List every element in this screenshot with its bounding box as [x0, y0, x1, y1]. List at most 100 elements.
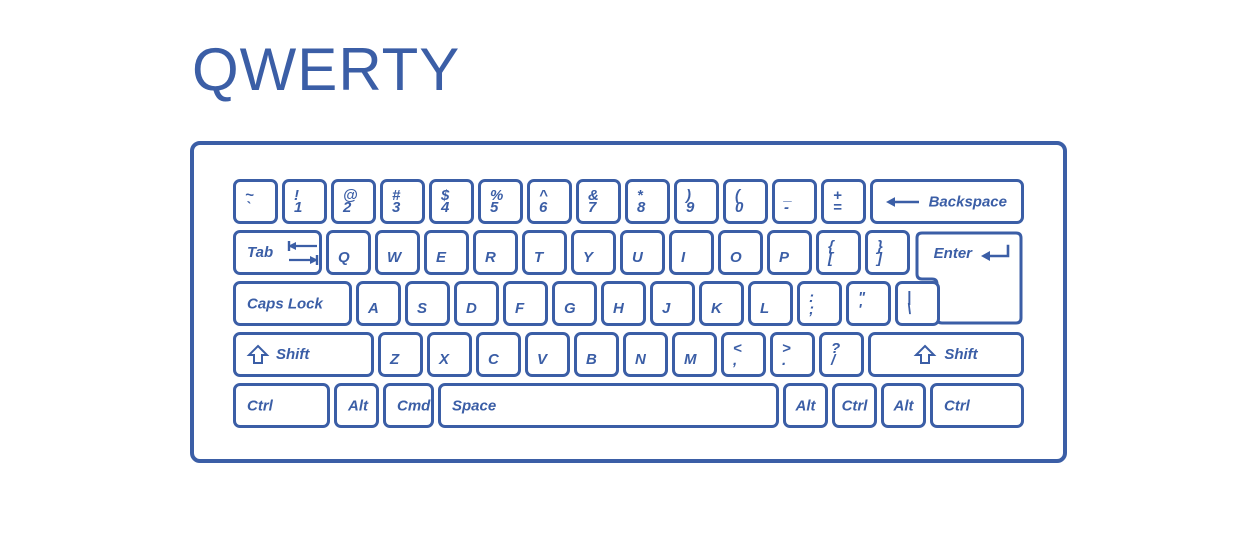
key-comma[interactable]: < , — [721, 332, 766, 377]
key-backspace-label: Backspace — [928, 193, 1007, 210]
key-k[interactable]: K — [699, 281, 744, 326]
key-a[interactable]: A — [356, 281, 401, 326]
key-y-label: Y — [583, 249, 594, 266]
key-q-label: Q — [338, 249, 350, 266]
keyboard-diagram-page: Q W E R T Y ~ ` ! 1 @ 2 # 3 $ 4 % 5 ^ 6 & 7 *… — [0, 0, 1250, 534]
key-d[interactable]: D — [454, 281, 499, 326]
key-a-label: A — [368, 300, 379, 317]
key-u[interactable]: U — [620, 230, 665, 275]
key-slash-base-label: / — [831, 352, 836, 369]
key-c-label: C — [488, 351, 499, 368]
key-cmd-left[interactable]: Cmd — [383, 383, 434, 428]
key-n-label: N — [635, 351, 646, 368]
key-s[interactable]: S — [405, 281, 450, 326]
key-digit-0[interactable]: ( 0 — [723, 179, 768, 224]
key-w[interactable]: W — [375, 230, 420, 275]
key-shift-left-label: Shift — [276, 346, 310, 363]
key-z-label: Z — [390, 351, 400, 368]
key-j[interactable]: J — [650, 281, 695, 326]
key-f-label: F — [515, 300, 525, 317]
key-period[interactable]: > . — [770, 332, 815, 377]
key-bracket-left[interactable]: { [ — [816, 230, 861, 275]
key-backquote[interactable]: ~ ` — [233, 179, 278, 224]
key-minus[interactable]: _ - — [772, 179, 817, 224]
key-m-label: M — [684, 351, 697, 368]
key-alt-left[interactable]: Alt — [334, 383, 379, 428]
key-backspace[interactable]: Backspace — [870, 179, 1024, 224]
key-o[interactable]: O — [718, 230, 763, 275]
key-digit-8-base-label: 8 — [637, 199, 646, 216]
key-caps-lock-label: Caps Lock — [247, 295, 323, 312]
key-quote[interactable]: " ' — [846, 281, 891, 326]
key-p[interactable]: P — [767, 230, 812, 275]
key-backslash[interactable]: | \ — [895, 281, 940, 326]
key-x-label: X — [439, 351, 450, 368]
key-semicolon[interactable]: : ; — [797, 281, 842, 326]
key-x[interactable]: X — [427, 332, 472, 377]
key-ctrl-left[interactable]: Ctrl — [233, 383, 330, 428]
key-digit-4[interactable]: $ 4 — [429, 179, 474, 224]
key-h-label: H — [613, 300, 624, 317]
key-period-base-label: . — [782, 352, 787, 369]
key-g[interactable]: G — [552, 281, 597, 326]
key-v[interactable]: V — [525, 332, 570, 377]
key-t-label: T — [534, 249, 544, 266]
key-backquote-base-label: ` — [245, 199, 250, 216]
key-e-label: E — [436, 249, 447, 266]
key-digit-1-base-label: 1 — [294, 199, 303, 216]
key-digit-3[interactable]: # 3 — [380, 179, 425, 224]
key-q[interactable]: Q — [326, 230, 371, 275]
key-f[interactable]: F — [503, 281, 548, 326]
key-p-label: P — [779, 249, 790, 266]
key-equal[interactable]: + = — [821, 179, 866, 224]
key-bracket-right[interactable]: } ] — [865, 230, 910, 275]
key-digit-2[interactable]: @ 2 — [331, 179, 376, 224]
key-digit-1[interactable]: ! 1 — [282, 179, 327, 224]
key-shift-left[interactable]: Shift — [233, 332, 374, 377]
keyboard-frame: ~ ` ! 1 @ 2 # 3 $ 4 % 5 ^ 6 & 7 * 8) 9 … — [190, 141, 1067, 463]
key-alt-far-right[interactable]: Alt — [881, 383, 926, 428]
key-n[interactable]: N — [623, 332, 668, 377]
key-r-label: R — [485, 249, 496, 266]
key-space[interactable]: Space — [438, 383, 779, 428]
key-enter-label: Enter — [933, 244, 972, 262]
key-ctrl-right[interactable]: Ctrl — [930, 383, 1024, 428]
key-digit-9[interactable]: ) 9 — [674, 179, 719, 224]
key-slash[interactable]: ? / — [819, 332, 864, 377]
key-equal-base-label: = — [833, 199, 842, 216]
key-digit-5[interactable]: % 5 — [478, 179, 523, 224]
key-ctrl-mid[interactable]: Ctrl — [832, 383, 877, 428]
key-space-label: Space — [452, 397, 497, 414]
key-digit-6[interactable]: ^ 6 — [527, 179, 572, 224]
key-b-label: B — [586, 351, 597, 368]
arrow-left-icon — [885, 195, 920, 208]
key-digit-8[interactable]: * 8 — [625, 179, 670, 224]
key-r[interactable]: R — [473, 230, 518, 275]
key-i[interactable]: I — [669, 230, 714, 275]
key-z[interactable]: Z — [378, 332, 423, 377]
key-digit-5-base-label: 5 — [490, 199, 499, 216]
key-digit-7[interactable]: & 7 — [576, 179, 621, 224]
key-alt-right[interactable]: Alt — [783, 383, 828, 428]
shift-arrow-icon — [246, 344, 270, 366]
key-semicolon-base-label: ; — [809, 301, 814, 318]
key-shift-right[interactable]: Shift — [868, 332, 1024, 377]
key-digit-0-base-label: 0 — [735, 199, 744, 216]
key-bracket-left-base-label: [ — [828, 250, 833, 267]
key-w-label: W — [387, 249, 402, 266]
key-m[interactable]: M — [672, 332, 717, 377]
key-l[interactable]: L — [748, 281, 793, 326]
key-digit-7-base-label: 7 — [588, 199, 597, 216]
key-h[interactable]: H — [601, 281, 646, 326]
key-i-label: I — [681, 249, 686, 266]
key-t[interactable]: T — [522, 230, 567, 275]
key-e[interactable]: E — [424, 230, 469, 275]
key-y[interactable]: Y — [571, 230, 616, 275]
key-b[interactable]: B — [574, 332, 619, 377]
key-caps-lock[interactable]: Caps Lock — [233, 281, 352, 326]
key-l-label: L — [760, 300, 770, 317]
key-tab[interactable]: Tab — [233, 230, 322, 275]
key-v-label: V — [537, 351, 548, 368]
key-c[interactable]: C — [476, 332, 521, 377]
key-backslash-base-label: \ — [907, 301, 912, 318]
